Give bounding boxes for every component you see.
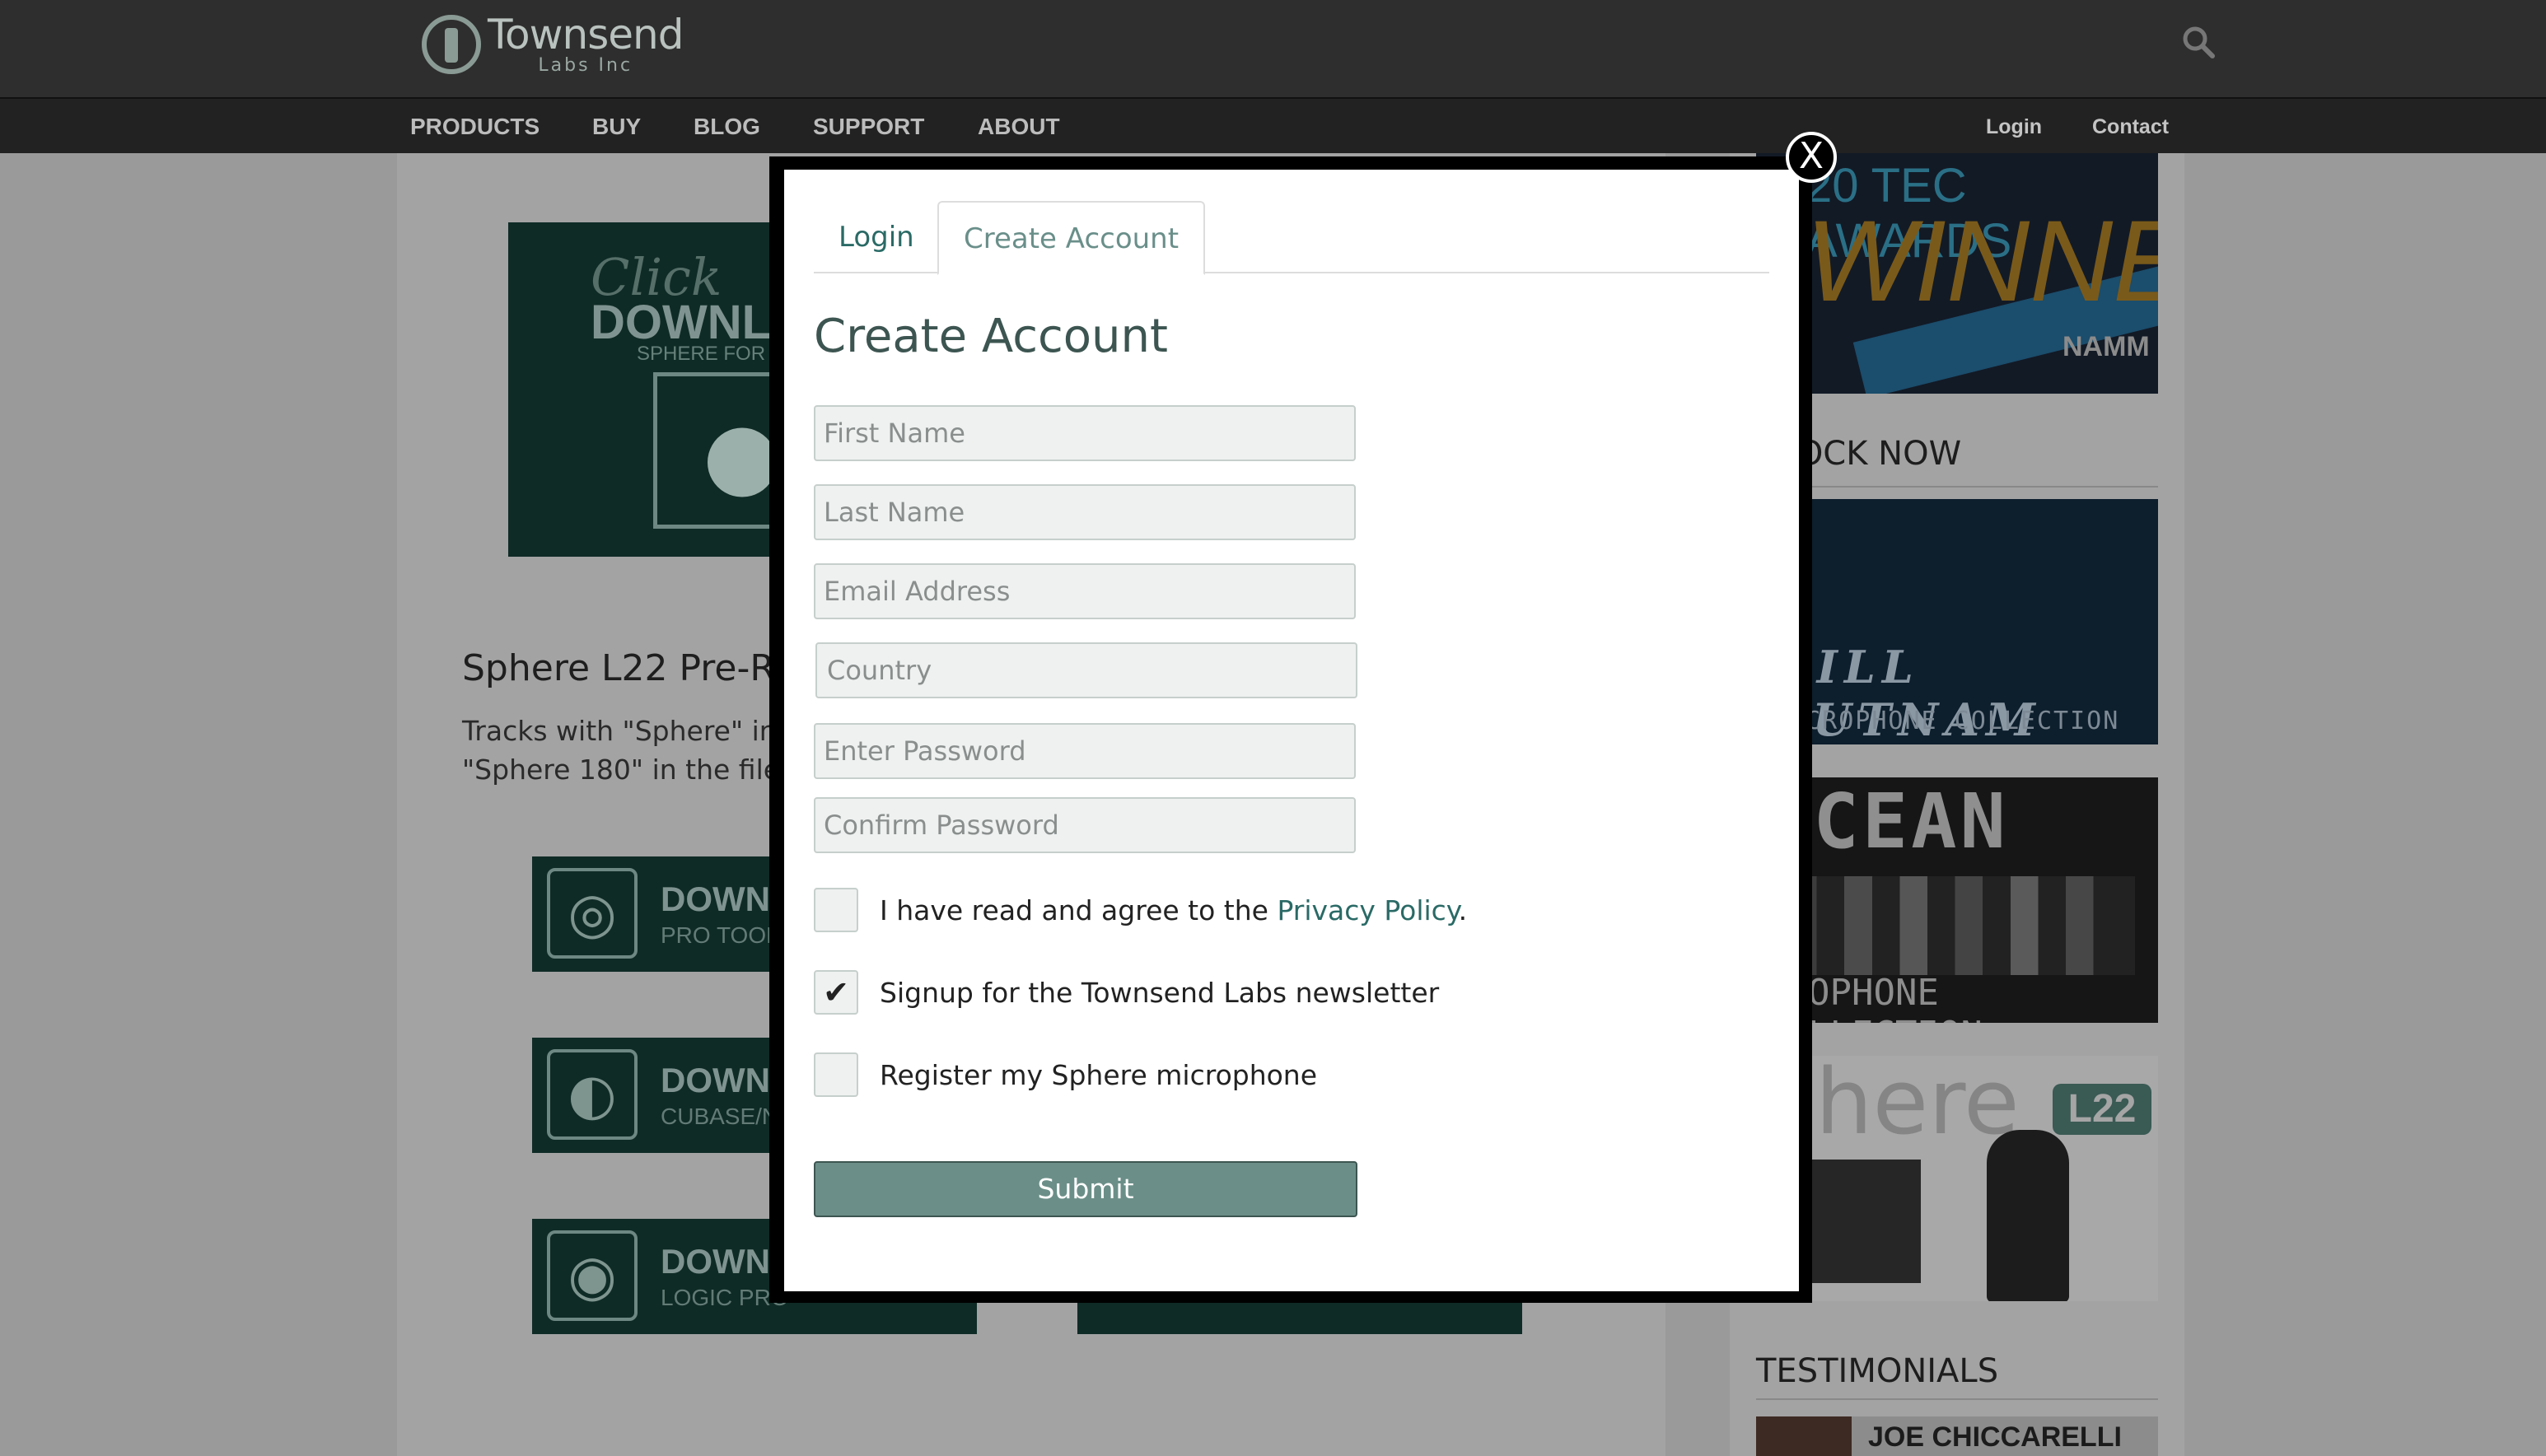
download-label: DOWN <box>661 1061 770 1099</box>
register-checkbox[interactable] <box>814 1052 858 1097</box>
newsletter-row: ✔ Signup for the Townsend Labs newslette… <box>814 970 1439 1015</box>
register-label: Register my Sphere microphone <box>880 1058 1318 1091</box>
tec-awards-banner[interactable]: 20 TEC AWARDS WINNER NAMM <box>1756 153 2158 394</box>
logo-subtitle: Labs Inc <box>538 55 633 76</box>
close-modal-button[interactable]: X <box>1786 132 1837 183</box>
top-header: Townsend Labs Inc <box>0 0 2546 97</box>
hero-sphere-text: SPHERE FOR M <box>637 343 787 365</box>
download-label: DOWN <box>661 880 770 918</box>
submit-button[interactable]: Submit <box>814 1161 1357 1217</box>
avatar <box>1756 1416 1852 1456</box>
download-sub: CUBASE/N <box>661 1104 779 1129</box>
confirm-password-field[interactable] <box>814 797 1356 853</box>
register-row: Register my Sphere microphone <box>814 1052 1317 1097</box>
l22-badge: L22 <box>2053 1084 2151 1135</box>
newsletter-label: Signup for the Townsend Labs newsletter <box>880 976 1440 1009</box>
newsletter-checkbox[interactable]: ✔ <box>814 970 858 1015</box>
tab-create-account[interactable]: Create Account <box>937 201 1206 275</box>
first-name-field[interactable] <box>814 405 1356 461</box>
microphone-image <box>1987 1130 2069 1301</box>
form-title: Create Account <box>814 310 1168 363</box>
cubase-icon: ◐ <box>547 1049 638 1140</box>
tec-winner-text: WINNER <box>1806 196 2158 325</box>
microphones-image <box>1789 876 2135 975</box>
divider <box>1756 1398 2158 1400</box>
search-icon[interactable] <box>2181 25 2216 59</box>
country-field[interactable] <box>815 642 1357 698</box>
bill-putnam-ad[interactable]: BILL PUTNAM MICROPHONE COLLECTION <box>1756 499 2158 744</box>
testimonial-card[interactable]: JOE CHICCARELLI <box>1756 1416 2158 1456</box>
tab-login[interactable]: Login <box>814 201 939 275</box>
ocean-way-subtitle: CROPHONE COLLECTION <box>1764 972 1983 1023</box>
download-label: DOWN <box>661 1242 770 1281</box>
nav-item-support[interactable]: SUPPORT <box>813 114 924 140</box>
putnam-subtitle: MICROPHONE COLLECTION <box>1773 707 2120 735</box>
testimonials-heading: TESTIMONIALS <box>1756 1352 1999 1390</box>
privacy-checkbox[interactable] <box>814 888 858 932</box>
namm-logo: NAMM <box>2062 331 2150 362</box>
logo-mark-icon <box>422 15 481 74</box>
nav-contact-link[interactable]: Contact <box>2092 115 2169 139</box>
logic-pro-icon: ◉ <box>547 1230 638 1321</box>
section-title: Sphere L22 Pre-Re <box>462 647 796 689</box>
section-text-line-1: Tracks with "Sphere" in th <box>462 715 814 747</box>
testimonial-name: JOE CHICCARELLI <box>1868 1421 2122 1453</box>
nav-item-buy[interactable]: BUY <box>592 114 641 140</box>
privacy-label: I have read and agree to the Privacy Pol… <box>880 894 1468 926</box>
email-field[interactable] <box>814 563 1356 619</box>
ocean-way-ad[interactable]: OCEAN WAY CROPHONE COLLECTION <box>1756 777 2158 1023</box>
townsend-logo[interactable]: Townsend Labs Inc <box>422 11 684 77</box>
last-name-field[interactable] <box>814 484 1356 540</box>
password-field[interactable] <box>814 723 1356 779</box>
sphere-l22-ad[interactable]: phere L22 <box>1756 1056 2158 1301</box>
hero-download-text: DOWNL <box>591 296 772 349</box>
section-text-line-2: "Sphere 180" in the filena <box>462 754 815 786</box>
main-nav: PRODUCTS BUY BLOG SUPPORT ABOUT Login Co… <box>0 97 2546 153</box>
modal-tabs: Login Create Account <box>814 201 1769 275</box>
checkmark-icon: ✔ <box>823 974 849 1010</box>
nav-item-blog[interactable]: BLOG <box>694 114 760 140</box>
divider <box>1756 486 2158 488</box>
pro-tools-icon: ◎ <box>547 868 638 959</box>
privacy-policy-link[interactable]: Privacy Policy <box>1277 894 1458 926</box>
nav-item-about[interactable]: ABOUT <box>978 114 1060 140</box>
nav-login-link[interactable]: Login <box>1986 115 2042 139</box>
logo-name: Townsend <box>488 11 684 58</box>
privacy-row: I have read and agree to the Privacy Pol… <box>814 888 1467 932</box>
nav-item-products[interactable]: PRODUCTS <box>410 114 540 140</box>
